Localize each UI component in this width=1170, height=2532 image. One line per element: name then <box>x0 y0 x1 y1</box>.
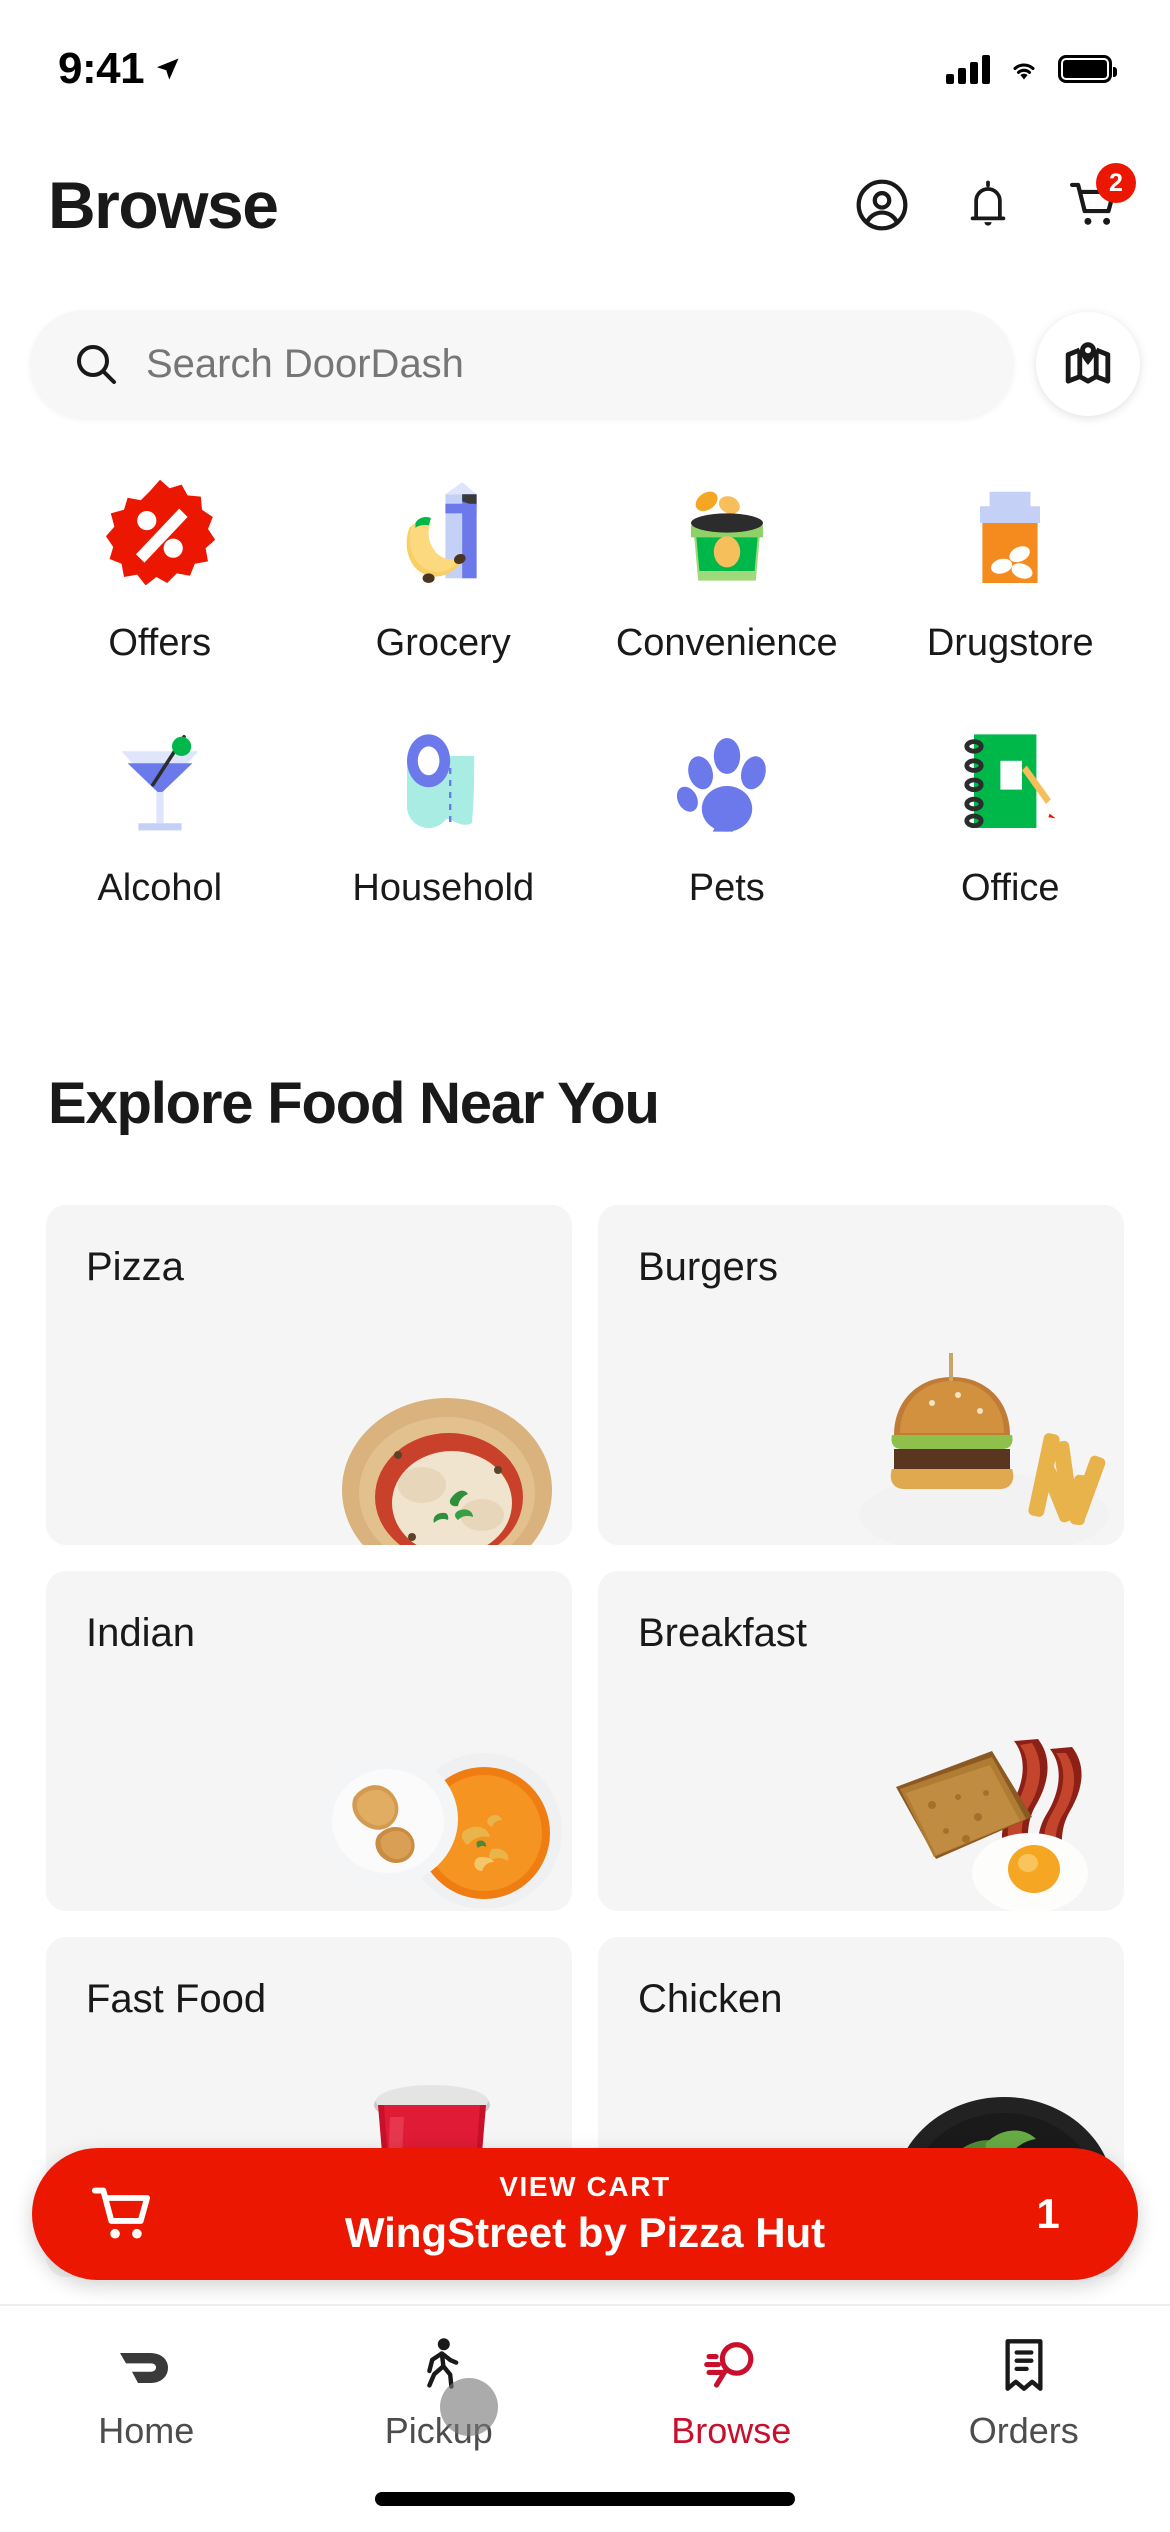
map-view-button[interactable] <box>1036 312 1140 416</box>
category-label: Convenience <box>615 622 838 664</box>
category-item-drugstore[interactable]: Drugstore <box>869 470 1153 665</box>
battery-full-icon <box>1058 54 1117 83</box>
category-item-offers[interactable]: Offers <box>18 470 302 665</box>
search-placeholder-text: Search DoorDash <box>146 341 464 386</box>
paw-print-icon <box>662 715 792 845</box>
explore-section-title: Explore Food Near You <box>48 1071 660 1136</box>
category-item-grocery[interactable]: Grocery <box>302 470 586 665</box>
location-arrow-icon <box>156 58 179 80</box>
banana-milk-carton-icon <box>378 470 508 600</box>
tab-home[interactable]: Home <box>0 2334 293 2452</box>
notebook-pencil-icon <box>945 715 1075 845</box>
touch-cursor-indicator <box>440 2378 498 2436</box>
food-card-breakfast[interactable]: Breakfast <box>598 1571 1124 1911</box>
food-card-label: Chicken <box>638 1977 783 2021</box>
home-indicator <box>375 2492 795 2506</box>
category-item-alcohol[interactable]: Alcohol <box>18 715 302 910</box>
tab-pickup[interactable]: Pickup <box>293 2334 586 2452</box>
food-card-label: Fast Food <box>86 1977 267 2021</box>
shopping-cart-icon[interactable]: 2 <box>1066 163 1136 233</box>
category-item-household[interactable]: Household <box>302 715 586 910</box>
cart-item-quantity: 1 <box>1036 2190 1060 2237</box>
status-bar-right <box>946 54 1117 84</box>
search-row: Search DoorDash <box>0 310 1170 418</box>
category-grid: Offers Grocery Convenience Drugstore Alc… <box>0 470 1170 910</box>
category-label: Household <box>352 867 535 909</box>
samosa-curry-photo <box>318 1753 562 1909</box>
header-icon-group: 2 <box>854 163 1136 233</box>
search-icon <box>77 345 116 384</box>
tab-label: Orders <box>968 2410 1079 2451</box>
food-card-label: Indian <box>86 1611 195 1655</box>
app-header: Browse 2 <box>0 150 1170 260</box>
bottom-tab-bar: Home Pickup Browse Orders <box>0 2304 1170 2532</box>
map-pin-icon <box>1065 342 1111 384</box>
chip-bag-icon <box>662 470 792 600</box>
wifi-icon <box>1013 63 1035 79</box>
martini-glass-icon <box>95 715 225 845</box>
food-card-label: Burgers <box>638 1245 779 1289</box>
food-card-burgers[interactable]: Burgers <box>598 1205 1124 1545</box>
category-label: Pets <box>688 867 765 909</box>
pill-bottle-icon <box>945 470 1075 600</box>
view-cart-label: VIEW CART <box>499 2171 671 2202</box>
tab-label: Browse <box>671 2410 792 2451</box>
category-item-office[interactable]: Office <box>869 715 1153 910</box>
food-card-indian[interactable]: Indian <box>46 1571 572 1911</box>
status-bar-left: 9:41 <box>58 44 182 94</box>
toilet-paper-icon <box>378 715 508 845</box>
account-circle-icon[interactable] <box>854 177 910 233</box>
cart-badge-count: 2 <box>1096 163 1136 203</box>
pizza-photo <box>342 1398 552 1545</box>
toast-bacon-egg-photo <box>896 1739 1088 1911</box>
doordash-logo-icon <box>116 2334 176 2396</box>
search-input[interactable]: Search DoorDash <box>30 310 1014 418</box>
browse-search-icon <box>703 2334 759 2396</box>
receipt-icon <box>1000 2334 1048 2396</box>
category-label: Office <box>960 867 1060 909</box>
category-item-pets[interactable]: Pets <box>585 715 869 910</box>
category-label: Drugstore <box>926 622 1094 664</box>
shopping-cart-icon <box>84 2182 160 2246</box>
tab-orders[interactable]: Orders <box>878 2334 1170 2452</box>
food-card-pizza[interactable]: Pizza <box>46 1205 572 1545</box>
discount-badge-icon <box>95 470 225 600</box>
category-item-convenience[interactable]: Convenience <box>585 470 869 665</box>
tab-label: Home <box>98 2410 195 2451</box>
page-title: Browse <box>48 168 279 242</box>
category-label: Offers <box>108 622 212 664</box>
cellular-signal-icon <box>946 54 990 84</box>
cart-banner-text-group: VIEW CART WingStreet by Pizza Hut <box>160 2171 1010 2257</box>
tab-browse[interactable]: Browse <box>585 2334 878 2452</box>
view-cart-banner[interactable]: VIEW CART WingStreet by Pizza Hut 1 <box>32 2148 1138 2280</box>
category-label: Alcohol <box>97 867 223 909</box>
status-bar: 9:41 <box>0 0 1170 105</box>
category-label: Grocery <box>375 622 511 664</box>
status-time: 9:41 <box>58 43 145 93</box>
food-card-label: Breakfast <box>638 1611 807 1655</box>
app-screen: 9:41 Browse 2 Search DoorDash Offers Gro… <box>0 0 1170 2532</box>
burger-fries-photo <box>859 1353 1109 1545</box>
cart-store-name: WingStreet by Pizza Hut <box>344 2209 826 2256</box>
explore-food-grid: Pizza Burgers Indian Breakfast Fast Food… <box>0 1205 1170 2277</box>
bell-icon[interactable] <box>960 177 1016 233</box>
food-card-label: Pizza <box>86 1245 184 1289</box>
